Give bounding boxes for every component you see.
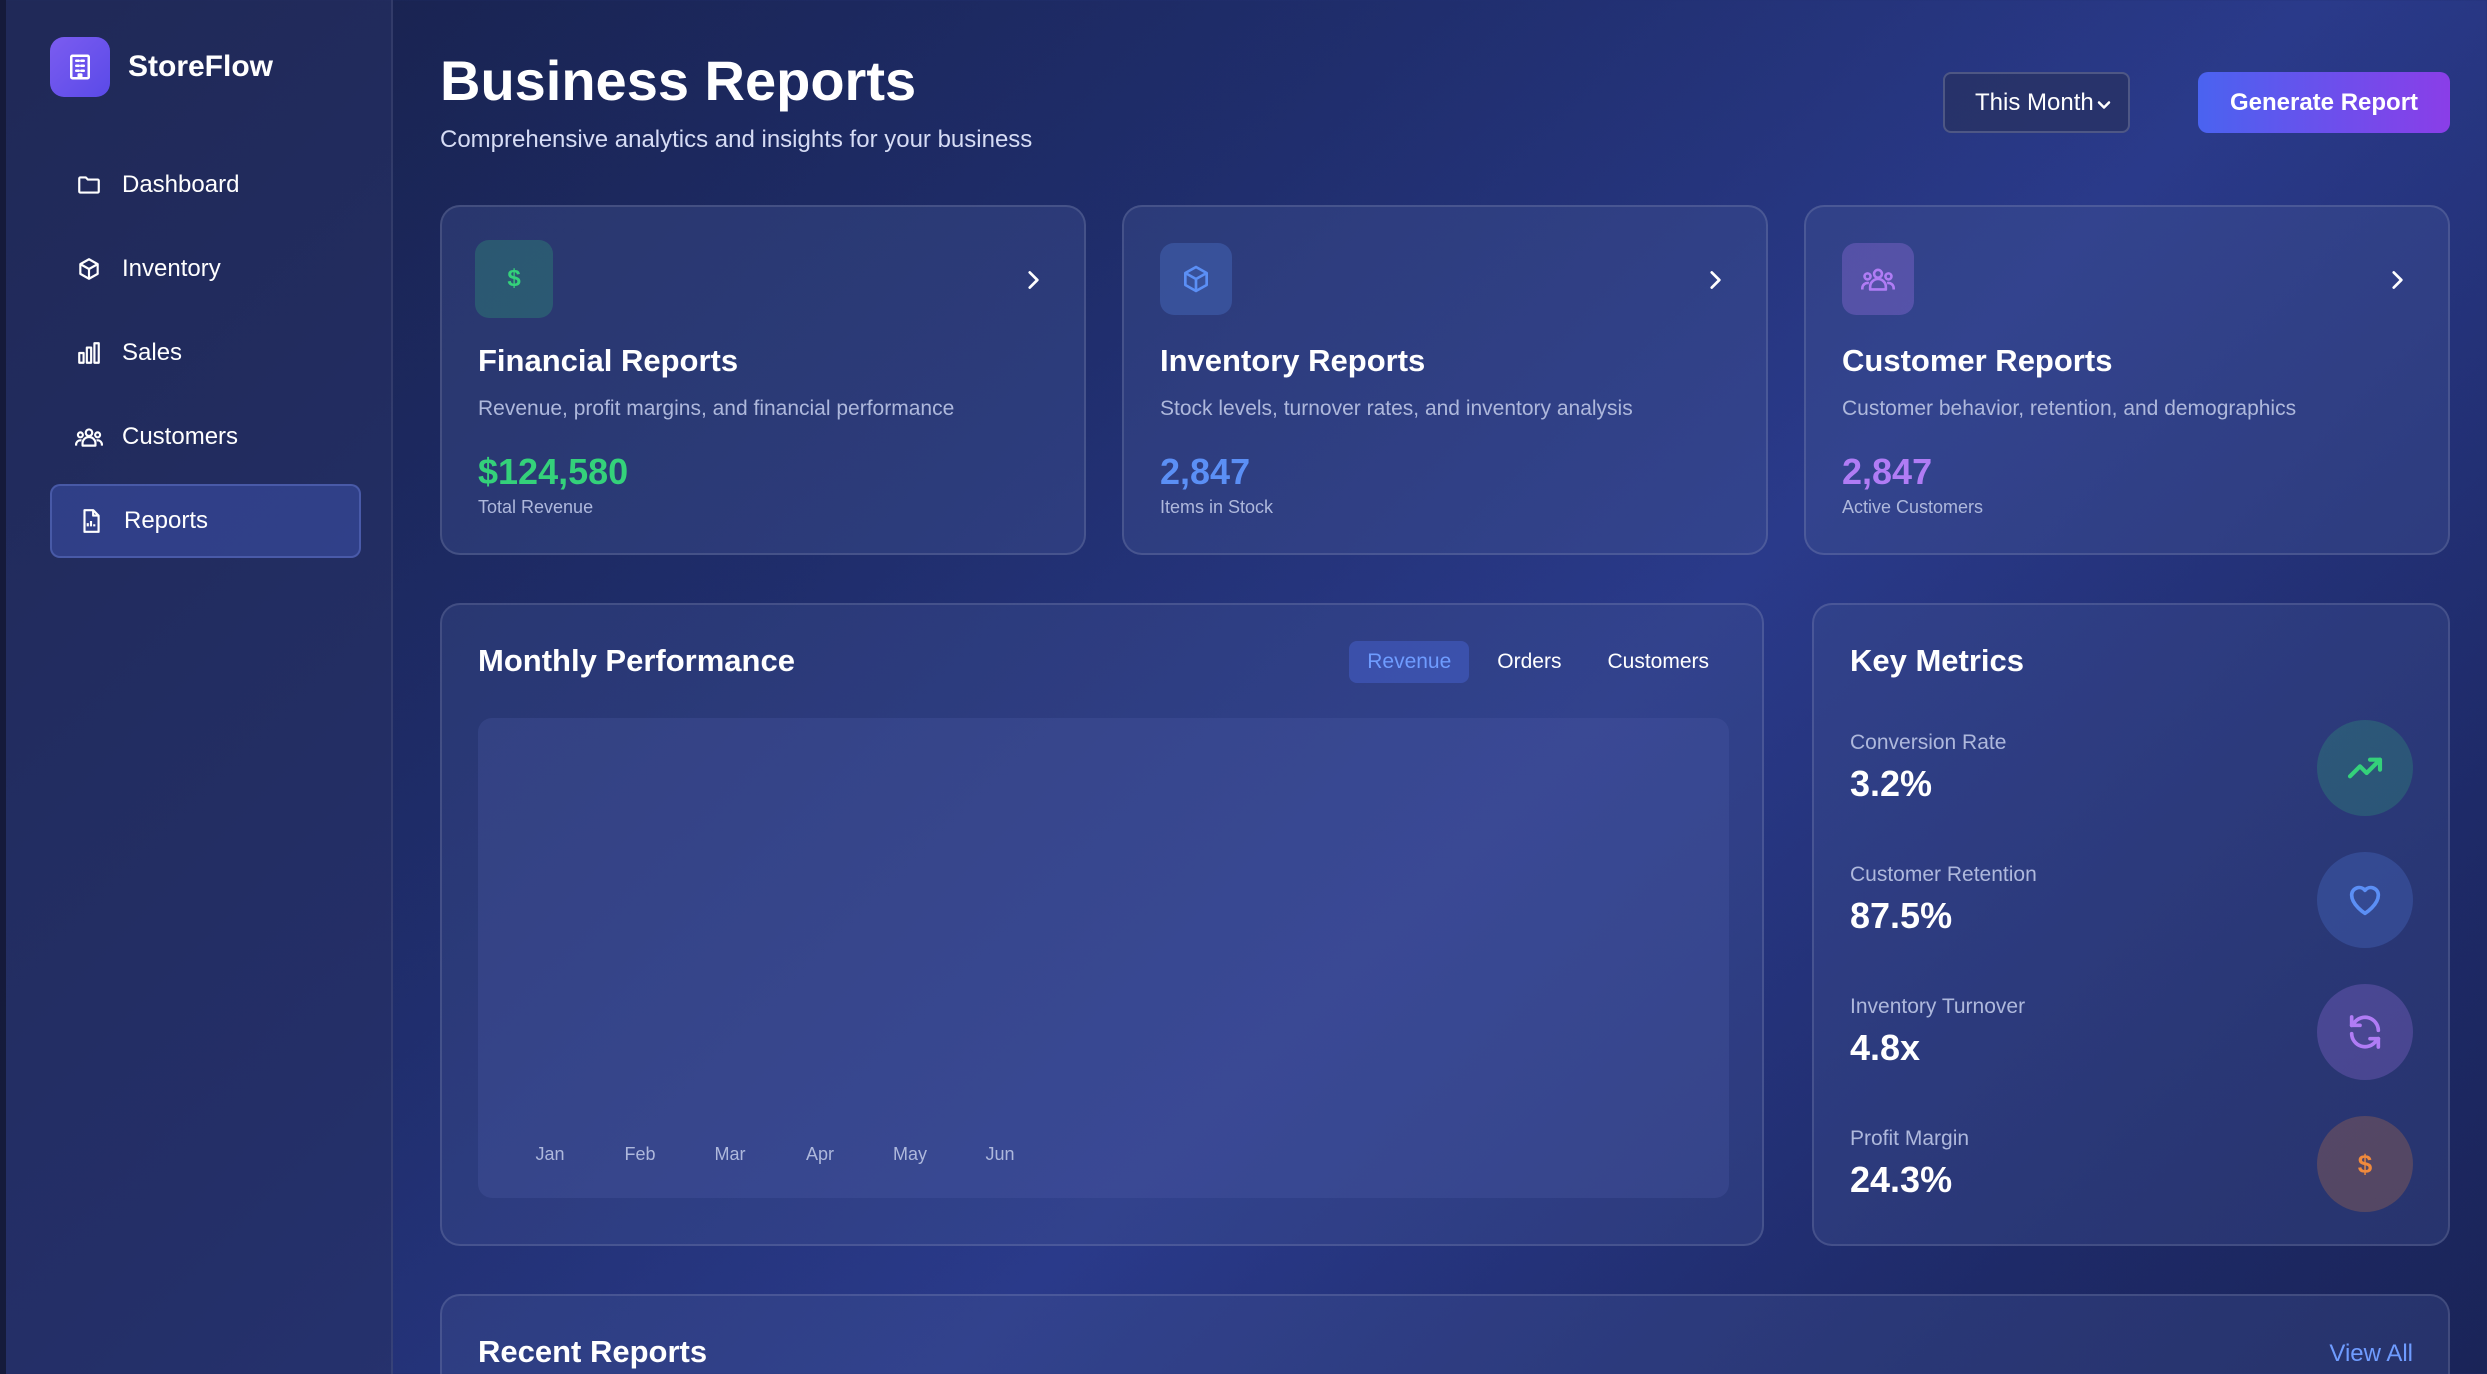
chevron-right-icon[interactable] [1020, 267, 1046, 298]
dollar-icon: $ [475, 240, 553, 318]
folder-icon [74, 170, 104, 200]
card-value: 2,847 [1842, 451, 1933, 492]
sidebar-item-sales[interactable]: Sales [50, 316, 361, 390]
panel-title: Monthly Performance [478, 643, 795, 678]
sidebar-item-label: Inventory [122, 255, 221, 282]
metric-value: 24.3% [1850, 1159, 1953, 1200]
heart-icon [2317, 852, 2413, 948]
chevron-right-icon[interactable] [1702, 267, 1728, 298]
users-icon [74, 422, 104, 452]
key-metrics-panel: Key Metrics Conversion Rate 3.2% Custome… [1812, 603, 2450, 1246]
performance-chart: Jan Feb Mar Apr May Jun [535, 1144, 1014, 1164]
sidebar: StoreFlow Dashboard Inventory Sales Cust… [0, 0, 393, 1374]
x-tick-label: Feb [624, 1144, 655, 1164]
card-caption: Active Customers [1842, 497, 1984, 517]
box-icon [74, 254, 104, 284]
period-select-value: This Month [1975, 88, 2094, 116]
card-value: 2,847 [1160, 451, 1251, 492]
view-all-link[interactable]: View All [2329, 1340, 2413, 1368]
panel-title: Recent Reports [478, 1334, 708, 1369]
card-value: $124,580 [478, 451, 629, 492]
page-subtitle: Comprehensive analytics and insights for… [440, 126, 1033, 153]
chart-area: Jan Feb Mar Apr May Jun [478, 718, 1729, 1198]
tab-orders[interactable]: Orders [1479, 641, 1579, 683]
page-title: Business Reports [440, 49, 917, 112]
trending-up-icon [2317, 720, 2413, 816]
card-description: Customer behavior, retention, and demogr… [1842, 397, 2297, 420]
x-tick-label: Jun [985, 1144, 1014, 1164]
monthly-performance-panel: Monthly Performance Revenue Orders Custo… [440, 603, 1764, 1246]
brand[interactable]: StoreFlow [50, 37, 273, 97]
bar-chart-icon [74, 338, 104, 368]
refresh-icon [2317, 984, 2413, 1080]
metric-label: Inventory Turnover [1850, 995, 2026, 1018]
box-icon [1160, 243, 1232, 315]
metric-label: Conversion Rate [1850, 731, 2007, 754]
building-icon [50, 37, 110, 97]
card-title: Customer Reports [1842, 343, 2113, 378]
sidebar-item-label: Customers [122, 423, 239, 450]
x-tick-label: Apr [806, 1144, 834, 1164]
x-tick-label: Mar [715, 1144, 746, 1164]
metric-value: 3.2% [1850, 763, 1933, 804]
card-caption: Items in Stock [1160, 497, 1274, 517]
chevron-right-icon[interactable] [2384, 267, 2410, 298]
panel-title: Key Metrics [1850, 643, 2025, 678]
card-description: Stock levels, turnover rates, and invent… [1160, 397, 1633, 420]
chevron-down-icon [2094, 94, 2114, 122]
card-title: Inventory Reports [1160, 343, 1426, 378]
sidebar-item-label: Reports [124, 507, 209, 534]
sidebar-nav: Dashboard Inventory Sales Customers Repo… [50, 148, 361, 568]
card-description: Revenue, profit margins, and financial p… [478, 397, 955, 420]
card-caption: Total Revenue [478, 497, 594, 517]
metric-value: 87.5% [1850, 895, 1953, 936]
metric-label: Profit Margin [1850, 1127, 1970, 1150]
chart-tabs: Revenue Orders Customers [1339, 641, 1727, 683]
metric-value: 4.8x [1850, 1027, 1921, 1068]
brand-name: StoreFlow [128, 50, 274, 83]
customer-reports-card[interactable]: Customer Reports Customer behavior, rete… [1804, 205, 2450, 555]
sidebar-item-inventory[interactable]: Inventory [50, 232, 361, 306]
sidebar-item-label: Dashboard [122, 171, 240, 198]
tab-customers[interactable]: Customers [1589, 641, 1727, 683]
tab-revenue[interactable]: Revenue [1349, 641, 1470, 683]
dollar-icon: $ [2317, 1116, 2413, 1212]
period-select[interactable]: This Month [1943, 72, 2130, 133]
generate-report-button[interactable]: Generate Report [2198, 72, 2450, 133]
report-icon [76, 506, 106, 536]
card-title: Financial Reports [478, 343, 739, 378]
x-tick-label: Jan [535, 1144, 564, 1164]
users-icon [1842, 243, 1914, 315]
x-tick-label: May [893, 1144, 927, 1164]
recent-reports-panel: Recent Reports View All [440, 1294, 2450, 1374]
sidebar-item-label: Sales [122, 339, 183, 366]
sidebar-item-customers[interactable]: Customers [50, 400, 361, 474]
financial-reports-card[interactable]: $ Financial Reports Revenue, profit marg… [440, 205, 1086, 555]
sidebar-item-dashboard[interactable]: Dashboard [50, 148, 361, 222]
inventory-reports-card[interactable]: Inventory Reports Stock levels, turnover… [1122, 205, 1768, 555]
sidebar-item-reports[interactable]: Reports [50, 484, 361, 558]
metric-label: Customer Retention [1850, 863, 2037, 886]
